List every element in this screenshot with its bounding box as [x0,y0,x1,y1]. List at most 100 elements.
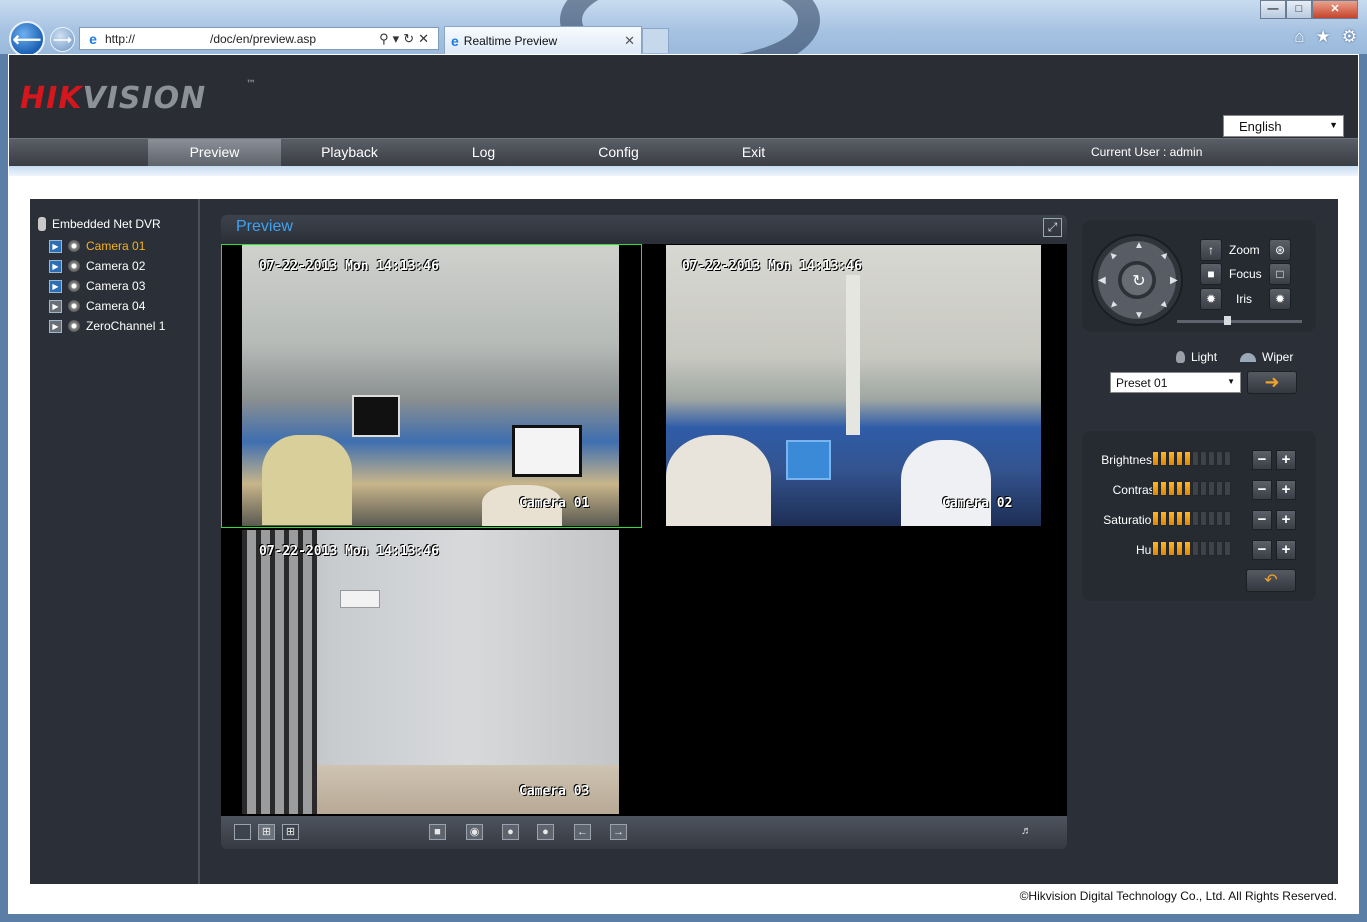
menu-preview[interactable]: Preview [148,139,281,166]
level-segment[interactable] [1152,511,1159,526]
back-button[interactable]: ⟵ [9,21,45,57]
ptz-direction-pad[interactable]: ▲ ▼ ◀ ▶ ▲ ▲ ▼ ▼ ↻ [1091,234,1183,326]
window-close-icon[interactable]: ✕ [1312,0,1358,19]
menu-playback[interactable]: Playback [283,139,416,166]
iris-close-icon[interactable]: ✹ [1269,288,1291,310]
menu-log[interactable]: Log [417,139,550,166]
ptz-left-icon[interactable]: ◀ [1098,275,1106,286]
goto-preset-button[interactable]: ➜ [1247,371,1297,394]
layout-1x1-icon[interactable] [234,824,251,840]
play-icon[interactable]: ▶ [49,259,62,273]
increase-contrast-button[interactable]: + [1276,480,1296,500]
level-segment[interactable] [1168,511,1175,526]
level-segment[interactable] [1152,481,1159,496]
iris-open-icon[interactable]: ✹ [1200,288,1222,310]
ptz-speed-slider[interactable] [1177,316,1302,325]
light-button[interactable]: Light [1176,350,1217,364]
level-segment[interactable] [1160,451,1167,466]
video-cell-2[interactable]: 07-22-2013 Mon 14:13:46 Camera 02 [644,244,1067,528]
level-segment[interactable] [1216,511,1223,526]
focus-far-icon[interactable]: □ [1269,263,1291,285]
increase-hue-button[interactable]: + [1276,540,1296,560]
level-segment[interactable] [1208,451,1215,466]
wiper-button[interactable]: Wiper [1240,350,1293,364]
level-segment[interactable] [1192,541,1199,556]
level-segment[interactable] [1152,541,1159,556]
level-segment[interactable] [1168,451,1175,466]
favorites-star-icon[interactable]: ★ [1316,27,1331,47]
level-segment[interactable] [1224,451,1231,466]
level-segment[interactable] [1184,511,1191,526]
level-segment[interactable] [1160,541,1167,556]
level-segment[interactable] [1192,451,1199,466]
level-segment[interactable] [1208,541,1215,556]
play-icon[interactable]: ▶ [49,319,62,333]
level-segment[interactable] [1192,511,1199,526]
address-bar[interactable]: e http:// /doc/en/preview.asp ⚲▾↻✕ [79,27,439,50]
level-segment[interactable] [1200,451,1207,466]
record-start-icon[interactable]: ● [502,824,519,840]
level-segment[interactable] [1176,481,1183,496]
tree-item-camera-02[interactable]: ▶ Camera 02 [49,259,145,273]
maximize-icon[interactable]: □ [1286,0,1312,19]
home-icon[interactable]: ⌂ [1294,27,1304,47]
level-segment[interactable] [1216,481,1223,496]
forward-button[interactable]: ⟶ [50,27,75,52]
previous-page-icon[interactable]: ← [574,824,591,840]
level-segment[interactable] [1152,451,1159,466]
ptz-down-right-icon[interactable]: ▼ [1158,298,1173,313]
fullscreen-icon[interactable]: ⤢ [1043,218,1062,237]
tree-root[interactable]: Embedded Net DVR [38,217,161,231]
ptz-up-left-icon[interactable]: ▲ [1106,248,1121,263]
browser-tab[interactable]: e Realtime Preview ✕ [444,26,642,54]
zoom-out-icon[interactable]: ⊛ [1269,239,1291,261]
auto-rotate-icon[interactable]: ↻ [1127,270,1151,294]
minimize-icon[interactable]: — [1260,0,1286,19]
decrease-saturation-button[interactable]: − [1252,510,1272,530]
level-segment[interactable] [1168,481,1175,496]
level-bar[interactable] [1152,451,1231,466]
tab-close-icon[interactable]: ✕ [624,33,635,49]
ptz-up-icon[interactable]: ▲ [1134,240,1144,251]
ptz-down-icon[interactable]: ▼ [1134,310,1144,321]
ptz-down-left-icon[interactable]: ▼ [1106,298,1121,313]
level-segment[interactable] [1168,541,1175,556]
play-icon[interactable]: ▶ [49,239,62,253]
menu-exit[interactable]: Exit [687,139,820,166]
increase-saturation-button[interactable]: + [1276,510,1296,530]
level-segment[interactable] [1200,481,1207,496]
menu-config[interactable]: Config [552,139,685,166]
layout-3x3-icon[interactable]: ⊞ [282,824,299,840]
level-segment[interactable] [1216,541,1223,556]
tree-item-camera-04[interactable]: ▶ Camera 04 [49,299,145,313]
tree-item-camera-01[interactable]: ▶ Camera 01 [49,239,145,253]
new-tab-button[interactable] [642,28,669,53]
decrease-hue-button[interactable]: − [1252,540,1272,560]
level-segment[interactable] [1176,451,1183,466]
play-icon[interactable]: ▶ [49,279,62,293]
level-bar[interactable] [1152,511,1231,526]
restore-default-button[interactable]: ↶ [1246,569,1296,592]
increase-brightness-button[interactable]: + [1276,450,1296,470]
tree-item-zerochannel-1[interactable]: ▶ ZeroChannel 1 [49,319,165,333]
level-bar[interactable] [1152,541,1231,556]
next-page-icon[interactable]: → [610,824,627,840]
video-cell-4[interactable] [644,530,1067,816]
level-segment[interactable] [1192,481,1199,496]
stop-all-icon[interactable]: ■ [429,824,446,840]
level-segment[interactable] [1224,541,1231,556]
level-segment[interactable] [1216,451,1223,466]
level-segment[interactable] [1176,541,1183,556]
level-segment[interactable] [1184,541,1191,556]
level-segment[interactable] [1200,541,1207,556]
tree-item-camera-03[interactable]: ▶ Camera 03 [49,279,145,293]
level-segment[interactable] [1200,511,1207,526]
address-tools-icon[interactable]: ⚲▾↻✕ [379,31,433,47]
settings-gear-icon[interactable]: ⚙ [1342,27,1357,47]
capture-icon[interactable]: ◉ [466,824,483,840]
level-segment[interactable] [1160,481,1167,496]
video-cell-1[interactable]: 07-22-2013 Mon 14:13:46 Camera 01 [221,244,642,528]
level-segment[interactable] [1184,451,1191,466]
focus-near-icon[interactable]: ■ [1200,263,1222,285]
level-segment[interactable] [1208,511,1215,526]
